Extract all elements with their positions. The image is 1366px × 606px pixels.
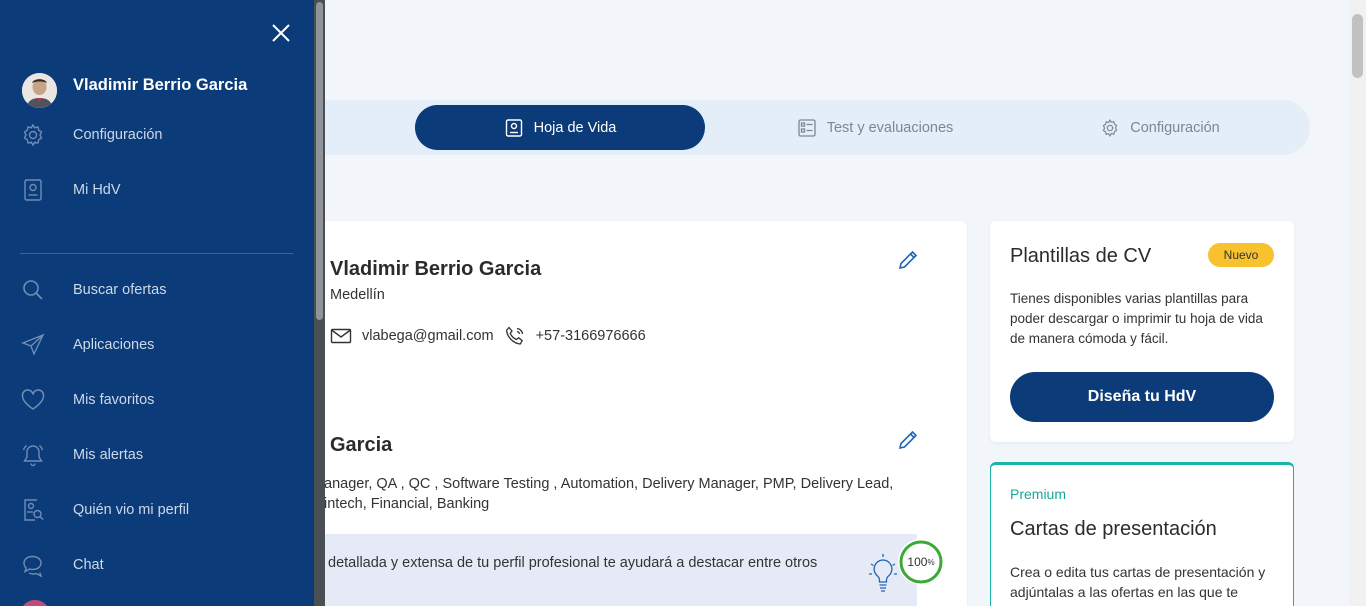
sidebar-item-mis-favoritos[interactable]: Mis favoritos [20, 385, 300, 415]
edit-profile-icon[interactable] [897, 249, 919, 271]
tip-box: detallada y extensa de tu perfil profesi… [300, 534, 917, 606]
mail-icon [330, 328, 352, 344]
tab-label: Hoja de Vida [533, 119, 617, 136]
gear-icon [1102, 118, 1118, 137]
sidebar-item-mi-hdv[interactable]: Mi HdV [20, 175, 300, 205]
sidebar-item-label: Chat [73, 557, 104, 573]
page-scrollbar-thumb[interactable] [1352, 14, 1363, 78]
sidebar-item-label: Mi HdV [73, 182, 121, 198]
edit-section-icon[interactable] [897, 429, 919, 451]
sidebar-divider [20, 253, 293, 254]
tab-label: Test y evaluaciones [826, 119, 954, 136]
profile-card: Vladimir Berrio Garcia Medellín vlabega@… [300, 221, 967, 606]
lightbulb-icon [869, 554, 897, 592]
sidebar-item-label: Configuración [73, 127, 163, 143]
user-name: Vladimir Berrio Garcia [73, 76, 248, 94]
profile-phone: +57-3166976666 [535, 328, 646, 344]
checklist-icon [798, 118, 816, 137]
tab-hoja-de-vida[interactable]: Hoja de Vida [415, 105, 705, 150]
premium-label: Premium [1010, 486, 1067, 502]
avatar[interactable] [22, 73, 57, 108]
cover-letters-title: Cartas de presentación [1010, 518, 1217, 540]
phone-icon [505, 326, 523, 345]
gear-icon [23, 123, 43, 147]
cover-letters-description: Crea o edita tus cartas de presentación … [1010, 564, 1266, 600]
sidebar-scrollbar[interactable] [314, 0, 325, 606]
page-scrollbar[interactable] [1349, 0, 1366, 606]
sidebar-item-label: Mis alertas [73, 447, 144, 463]
cv-templates-title: Plantillas de CV [1010, 245, 1152, 267]
chat-icon [23, 555, 43, 578]
profile-email: vlabega@gmail.com [362, 328, 494, 344]
completion-unit: % [927, 557, 935, 567]
sidebar-item-label: Mis favoritos [73, 392, 155, 408]
sidebar-item-configuracion[interactable]: Configuración [20, 120, 300, 150]
profile-name: Vladimir Berrio Garcia [330, 258, 542, 280]
cover-letters-card: Premium Cartas de presentación Crea o ed… [990, 462, 1294, 606]
profile-search-icon [24, 499, 44, 521]
tab-label: Configuración [1130, 119, 1220, 136]
profile-city: Medellín [330, 287, 385, 303]
cv-templates-card: Plantillas de CV Nuevo Tienes disponible… [990, 221, 1294, 442]
bell-icon [22, 444, 44, 467]
id-card-icon [24, 179, 42, 201]
sidebar-item-label: Quién vio mi perfil [73, 502, 190, 518]
search-icon [23, 280, 43, 300]
sidebar-item-buscar-ofertas[interactable]: Buscar ofertas [20, 275, 300, 305]
sidebar-item-aplicaciones[interactable]: Aplicaciones [20, 330, 300, 360]
sidebar-scrollbar-thumb[interactable] [316, 2, 323, 320]
sidebar-item-label: Buscar ofertas [73, 282, 167, 298]
cv-templates-description: Tienes disponibles varias plantillas par… [1010, 291, 1263, 346]
sidebar-drawer: Vladimir Berrio Garcia Configuración Mi … [0, 0, 314, 606]
bottom-avatar[interactable] [20, 600, 50, 606]
sidebar-item-label: Aplicaciones [73, 337, 155, 353]
tab-configuracion[interactable]: Configuración [1100, 105, 1220, 150]
completion-percent: 100% [897, 538, 945, 586]
tab-test-evaluaciones[interactable]: Test y evaluaciones [780, 105, 970, 150]
send-icon [21, 333, 45, 356]
close-icon[interactable] [269, 21, 293, 45]
design-hdv-button[interactable]: Diseña tu HdV [1010, 372, 1274, 422]
sidebar-item-quien-vio-mi-perfil[interactable]: Quién vio mi perfil [20, 495, 300, 525]
sidebar-item-chat[interactable]: Chat [20, 550, 300, 580]
tip-text: detallada y extensa de tu perfil profesi… [328, 555, 818, 571]
id-card-icon [505, 118, 522, 137]
skills-line: intech, Financial, Banking [324, 496, 490, 512]
avatar-photo [22, 73, 57, 108]
contact-row: vlabega@gmail.com +57-3166976666 [330, 325, 646, 347]
skills-text: anager, QA , QC , Software Testing , Aut… [324, 474, 894, 514]
profile-tabs: Hoja de Vida Test y evaluaciones Configu… [300, 100, 1310, 155]
sidebar-item-mis-alertas[interactable]: Mis alertas [20, 440, 300, 470]
skills-line: anager, QA , QC , Software Testing , Aut… [324, 476, 894, 492]
heart-icon [21, 389, 45, 410]
completion-value: 100 [907, 555, 928, 569]
section-title: Garcia [330, 434, 393, 456]
completion-ring: 100% [897, 538, 945, 586]
new-badge: Nuevo [1208, 243, 1274, 267]
